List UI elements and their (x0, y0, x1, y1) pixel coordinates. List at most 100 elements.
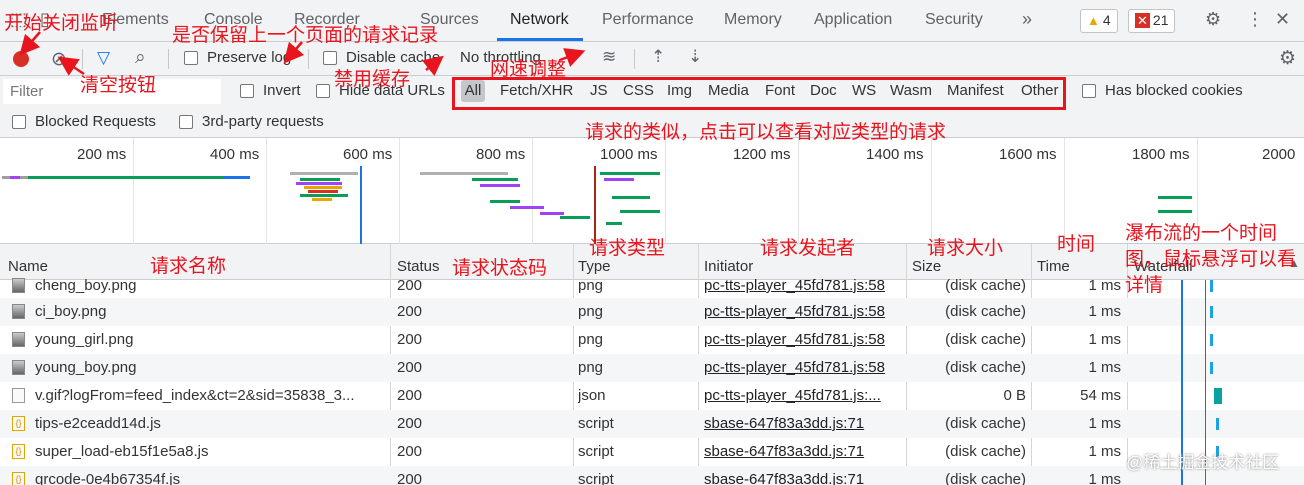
active-tab-indicator (497, 38, 583, 41)
request-status: 200 (397, 471, 423, 485)
tab-performance[interactable]: Performance (602, 11, 694, 29)
network-settings-gear-icon[interactable]: ⚙ (1279, 47, 1296, 70)
request-initiator-link[interactable]: pc-tts-player_45fd781.js:58 (704, 303, 900, 320)
timeline-bar (606, 222, 622, 225)
dropdown-arrow-icon[interactable]: ▼ (569, 50, 581, 64)
request-name: v.gif?logFrom=feed_index&ct=2&sid=35838_… (35, 387, 355, 404)
timeline-bar (472, 178, 518, 181)
timeline-tick-label: 600 ms (343, 146, 393, 163)
table-row[interactable]: {} tips-e2ceadd14d.js 200 script sbase-6… (0, 410, 1304, 438)
tab-application[interactable]: Application (814, 11, 892, 29)
request-name: super_load-eb15f1e5a8.js (35, 443, 209, 460)
request-type: png (578, 303, 604, 320)
clear-icon[interactable]: ⊘ (51, 48, 67, 71)
request-status: 200 (397, 415, 423, 432)
table-row[interactable]: v.gif?logFrom=feed_index&ct=2&sid=35838_… (0, 382, 1304, 410)
blocked-requests-checkbox[interactable] (12, 115, 26, 129)
export-har-download-icon[interactable]: ⇣ (688, 47, 702, 67)
annotation-record: 开始关闭监听 (4, 12, 119, 34)
timeline-bar (420, 172, 508, 175)
tab-memory[interactable]: Memory (724, 11, 782, 29)
timeline-tick-label: 1000 ms (600, 146, 658, 163)
request-name: cheng_boy.png (35, 277, 137, 294)
tab-network[interactable]: Network (510, 11, 569, 29)
table-row[interactable]: {} qrcode-0e4b67354f.js 200 script sbase… (0, 466, 1304, 485)
third-party-requests-label: 3rd-party requests (202, 113, 324, 130)
has-blocked-cookies-checkbox[interactable] (1082, 84, 1096, 98)
settings-gear-icon[interactable]: ⚙ (1205, 9, 1221, 30)
timeline-bar (300, 178, 340, 181)
timeline-overview[interactable]: 200 ms 400 ms 600 ms 800 ms 1000 ms 1200… (0, 138, 1304, 244)
request-type: png (578, 331, 604, 348)
annotation-size-column: 请求大小 (927, 237, 1004, 259)
errors-count: 21 (1152, 12, 1169, 28)
request-status: 200 (397, 443, 423, 460)
timeline-bar (224, 176, 250, 179)
timeline-bar (296, 182, 342, 185)
request-time: 1 ms (1088, 331, 1121, 348)
warning-icon: ▲ (1087, 13, 1100, 28)
tab-security[interactable]: Security (925, 11, 983, 29)
table-row[interactable]: ci_boy.png 200 png pc-tts-player_45fd781… (0, 298, 1304, 326)
request-time: 1 ms (1088, 277, 1121, 294)
request-initiator-link[interactable]: pc-tts-player_45fd781.js:58 (704, 277, 900, 294)
timeline-bar (540, 212, 564, 215)
search-icon[interactable]: ⌕ (135, 47, 146, 69)
timeline-bar (490, 200, 520, 203)
script-file-icon: {} (12, 416, 25, 431)
warnings-count: 4 (1102, 12, 1111, 28)
request-time: 1 ms (1088, 415, 1121, 432)
filter-icon[interactable]: ▽ (97, 48, 110, 68)
network-conditions-wifi-icon[interactable]: ≋ (602, 47, 616, 67)
watermark: @稀土掘金技术社区 (1126, 453, 1280, 472)
request-type: script (578, 415, 614, 432)
toolbar-divider (634, 49, 635, 69)
request-status: 200 (397, 387, 423, 404)
annotation-status-column: 请求状态码 (452, 257, 548, 279)
more-tabs-button[interactable]: » (1022, 9, 1032, 30)
annotation-request-types: 请求的类似，点击可以查看对应类型的请求 (585, 121, 947, 143)
request-initiator-link[interactable]: sbase-647f83a3dd.js:71 (704, 415, 900, 432)
hide-data-urls-checkbox[interactable] (316, 84, 330, 98)
import-har-upload-icon[interactable]: ⇡ (651, 47, 665, 67)
errors-badge[interactable]: ✕ 21 (1128, 9, 1176, 33)
preserve-log-checkbox[interactable] (184, 51, 198, 65)
document-file-icon (12, 388, 25, 403)
table-row[interactable]: {} super_load-eb15f1e5a8.js 200 script s… (0, 438, 1304, 466)
timeline-bar (612, 196, 650, 199)
error-icon: ✕ (1135, 13, 1150, 28)
preserve-log-label: Preserve log (207, 49, 292, 66)
request-size: (disk cache) (945, 415, 1026, 432)
table-row[interactable]: young_girl.png 200 png pc-tts-player_45f… (0, 326, 1304, 354)
timeline-tick-label: 2000 (1262, 146, 1296, 163)
timeline-bar (560, 216, 590, 219)
annotation-preserve-log: 是否保留上一个页面的请求记录 (172, 24, 439, 46)
annotation-name-column: 请求名称 (150, 255, 227, 277)
request-initiator-link[interactable]: pc-tts-player_45fd781.js:... (704, 387, 900, 404)
timeline-bar (1158, 210, 1192, 213)
request-type: script (578, 443, 614, 460)
script-file-icon: {} (12, 472, 25, 485)
request-time: 1 ms (1088, 303, 1121, 320)
timeline-tick-label: 1800 ms (1132, 146, 1190, 163)
request-initiator-link[interactable]: sbase-647f83a3dd.js:71 (704, 471, 900, 485)
record-button[interactable] (13, 51, 29, 67)
invert-checkbox[interactable] (240, 84, 254, 98)
toolbar-divider (82, 49, 83, 69)
third-party-requests-checkbox[interactable] (179, 115, 193, 129)
request-name: young_girl.png (35, 331, 134, 348)
request-type: png (578, 277, 604, 294)
warnings-badge[interactable]: ▲ 4 (1080, 9, 1118, 33)
table-row[interactable]: young_boy.png 200 png pc-tts-player_45fd… (0, 354, 1304, 382)
image-file-icon (12, 332, 25, 347)
timeline-bar (604, 178, 634, 181)
request-initiator-link[interactable]: pc-tts-player_45fd781.js:58 (704, 331, 900, 348)
request-time: 1 ms (1088, 471, 1121, 485)
waterfall-bar (1210, 362, 1213, 374)
disable-cache-checkbox[interactable] (323, 51, 337, 65)
close-icon[interactable]: ✕ (1275, 9, 1290, 30)
request-initiator-link[interactable]: pc-tts-player_45fd781.js:58 (704, 359, 900, 376)
request-initiator-link[interactable]: sbase-647f83a3dd.js:71 (704, 443, 900, 460)
request-type: script (578, 471, 614, 485)
more-options-icon[interactable]: ⋮ (1246, 9, 1264, 30)
